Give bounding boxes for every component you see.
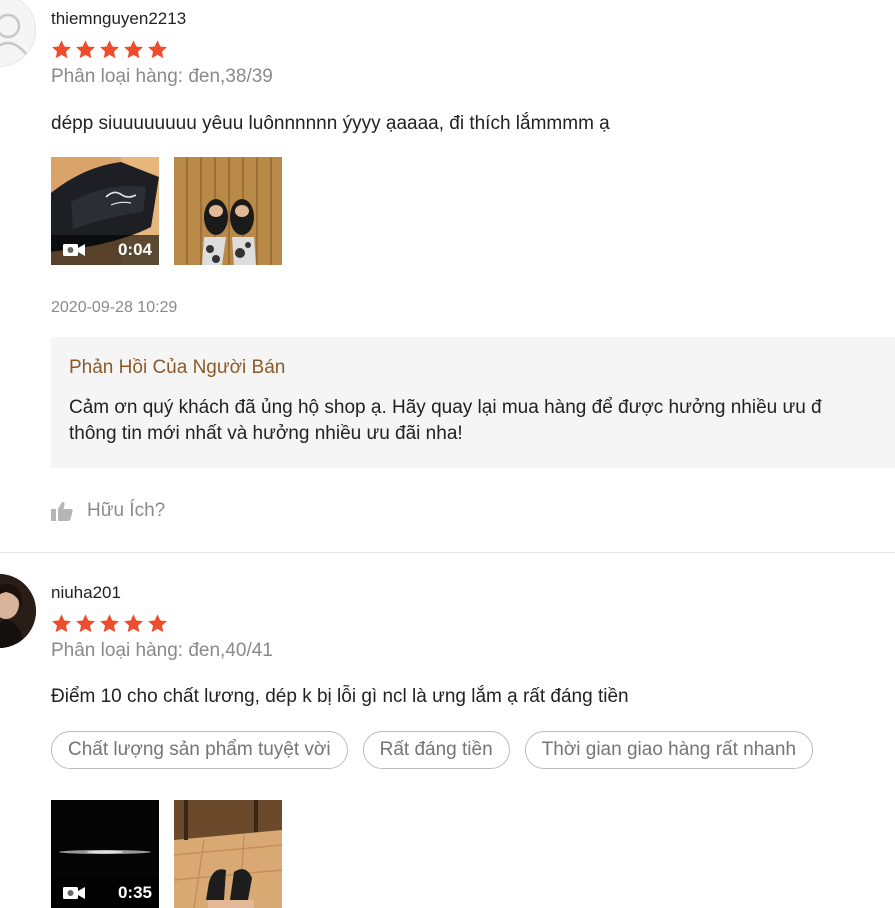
star-icon [52, 614, 71, 633]
helpful-button[interactable]: Hữu Ích? [51, 500, 165, 522]
review-tag[interactable]: Thời gian giao hàng rất nhanh [524, 731, 814, 769]
product-variation: Phân loại hàng: đen,38/39 [51, 66, 273, 87]
star-icon [124, 40, 143, 59]
star-icon [76, 614, 95, 633]
product-variation: Phân loại hàng: đen,40/41 [51, 640, 273, 661]
video-camera-icon [63, 887, 85, 899]
seller-reply-line: Cảm ơn quý khách đã ủng hộ shop ạ. Hãy q… [69, 397, 822, 418]
video-camera-icon [63, 244, 85, 256]
star-rating [51, 39, 168, 60]
thumbs-up-icon [51, 502, 73, 521]
review-timestamp: 2020-09-28 10:29 [51, 299, 178, 316]
reviewer-name[interactable]: niuha201 [51, 583, 121, 603]
review-media: 0:04 [51, 157, 282, 265]
seller-reply-body: Cảm ơn quý khách đã ủng hộ shop ạ. Hãy q… [69, 395, 893, 447]
video-overlay: 0:04 [51, 235, 159, 265]
star-icon [100, 614, 119, 633]
star-icon [52, 40, 71, 59]
seller-reply: Phản Hồi Của Người Bán Cảm ơn quý khách … [51, 337, 895, 468]
avatar[interactable] [0, 574, 36, 648]
star-icon [76, 40, 95, 59]
review-video-thumbnail[interactable]: 0:04 [51, 157, 159, 265]
review-photo-thumbnail[interactable] [174, 157, 282, 265]
star-icon [148, 40, 167, 59]
star-icon [100, 40, 119, 59]
review-comment: Điểm 10 cho chất lương, dép k bị lỗi gì … [51, 686, 629, 707]
star-icon [148, 614, 167, 633]
review-photo-thumbnail[interactable] [174, 800, 282, 908]
avatar-image [0, 574, 36, 648]
review-video-thumbnail[interactable]: 0:35 [51, 800, 159, 908]
review-comment: dépp siuuuuuuuu yêuu luônnnnnn ýyyy ạaaa… [51, 113, 610, 134]
star-rating [51, 613, 168, 634]
user-icon [0, 13, 27, 55]
review-tag[interactable]: Chất lượng sản phẩm tuyệt vời [51, 731, 348, 769]
avatar[interactable] [0, 0, 36, 67]
review-media: 0:35 [51, 800, 282, 908]
seller-reply-title: Phản Hồi Của Người Bán [69, 357, 286, 378]
video-duration: 0:35 [117, 883, 152, 902]
helpful-label: Hữu Ích? [87, 500, 166, 521]
review-photo-image [174, 157, 282, 265]
reviewer-name[interactable]: thiemnguyen2213 [51, 9, 186, 29]
video-duration: 0:04 [117, 240, 152, 259]
video-overlay: 0:35 [51, 878, 159, 908]
review-divider [0, 552, 895, 553]
review-tag[interactable]: Rất đáng tiền [362, 731, 510, 769]
review-tags: Chất lượng sản phẩm tuyệt vời Rất đáng t… [51, 731, 814, 769]
review-photo-image [174, 800, 282, 908]
seller-reply-line: thông tin mới nhất và hưởng nhiều ưu đãi… [69, 423, 463, 444]
star-icon [124, 614, 143, 633]
